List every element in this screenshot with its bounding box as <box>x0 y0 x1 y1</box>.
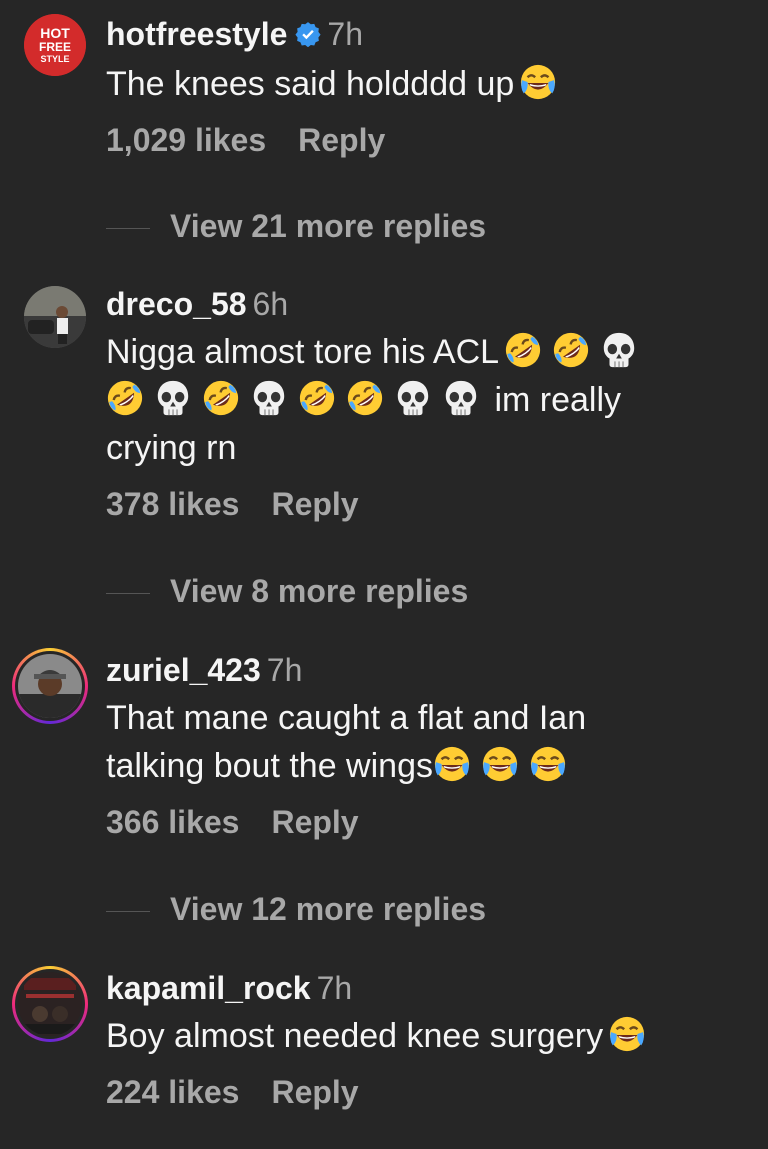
view-replies-button[interactable]: View 21 more replies <box>106 206 486 246</box>
likes-count[interactable]: 1,029 likes <box>106 122 266 158</box>
skull-emoji <box>442 379 480 417</box>
avatar-photo <box>18 972 82 1036</box>
reply-button[interactable]: Reply <box>271 486 358 522</box>
svg-text:HOT: HOT <box>40 25 70 41</box>
tears-of-joy-emoji <box>608 1015 646 1053</box>
rofl-emoji <box>504 331 542 369</box>
rofl-emoji <box>106 379 144 417</box>
comment-text: Boy almost needed knee surgery <box>106 1012 738 1060</box>
timestamp: 7h <box>327 16 363 52</box>
tears-of-joy-emoji <box>433 745 471 783</box>
timestamp: 7h <box>316 970 353 1006</box>
rofl-emoji <box>202 379 240 417</box>
rofl-emoji <box>552 331 590 369</box>
username[interactable]: dreco_58 <box>106 286 247 322</box>
likes-count[interactable]: 366 likes <box>106 804 239 840</box>
username[interactable]: zuriel_423 <box>106 652 261 688</box>
rofl-emoji <box>298 379 336 417</box>
avatar[interactable] <box>12 648 88 724</box>
timestamp: 7h <box>266 652 303 688</box>
username[interactable]: kapamil_rock <box>106 970 311 1006</box>
hotfreestyle-logo: HOT FREE STYLE <box>24 14 86 76</box>
verified-badge-icon <box>295 16 321 56</box>
skull-emoji <box>250 379 288 417</box>
divider <box>106 228 150 230</box>
skull-emoji <box>394 379 432 417</box>
avatar-photo <box>18 654 82 718</box>
divider <box>106 593 150 595</box>
rofl-emoji <box>346 379 384 417</box>
reply-button[interactable]: Reply <box>271 804 358 840</box>
tears-of-joy-emoji <box>481 745 519 783</box>
avatar-photo <box>24 286 86 348</box>
svg-text:FREE: FREE <box>39 40 71 54</box>
comment-text: Nigga almost tore his ACL im really cryin… <box>106 328 738 472</box>
avatar[interactable] <box>12 966 88 1042</box>
tears-of-joy-emoji <box>529 745 567 783</box>
likes-count[interactable]: 224 likes <box>106 1074 239 1110</box>
avatar[interactable]: HOT FREE STYLE <box>24 14 86 76</box>
likes-count[interactable]: 378 likes <box>106 486 239 522</box>
tears-of-joy-emoji <box>519 63 557 101</box>
username[interactable]: hotfreestyle <box>106 16 287 52</box>
comment-text: The knees said holdddd up <box>106 60 738 108</box>
view-replies-button[interactable]: View 12 more replies <box>106 889 486 929</box>
reply-button[interactable]: Reply <box>271 1074 358 1110</box>
skull-emoji <box>154 379 192 417</box>
avatar[interactable] <box>24 286 86 348</box>
timestamp: 6h <box>252 286 289 322</box>
skull-emoji <box>600 331 638 369</box>
comment-text: That mane caught a flat and Ian talking b… <box>106 699 587 785</box>
reply-button[interactable]: Reply <box>298 122 385 158</box>
svg-text:STYLE: STYLE <box>40 54 69 64</box>
divider <box>106 911 150 913</box>
view-replies-button[interactable]: View 8 more replies <box>106 571 468 611</box>
